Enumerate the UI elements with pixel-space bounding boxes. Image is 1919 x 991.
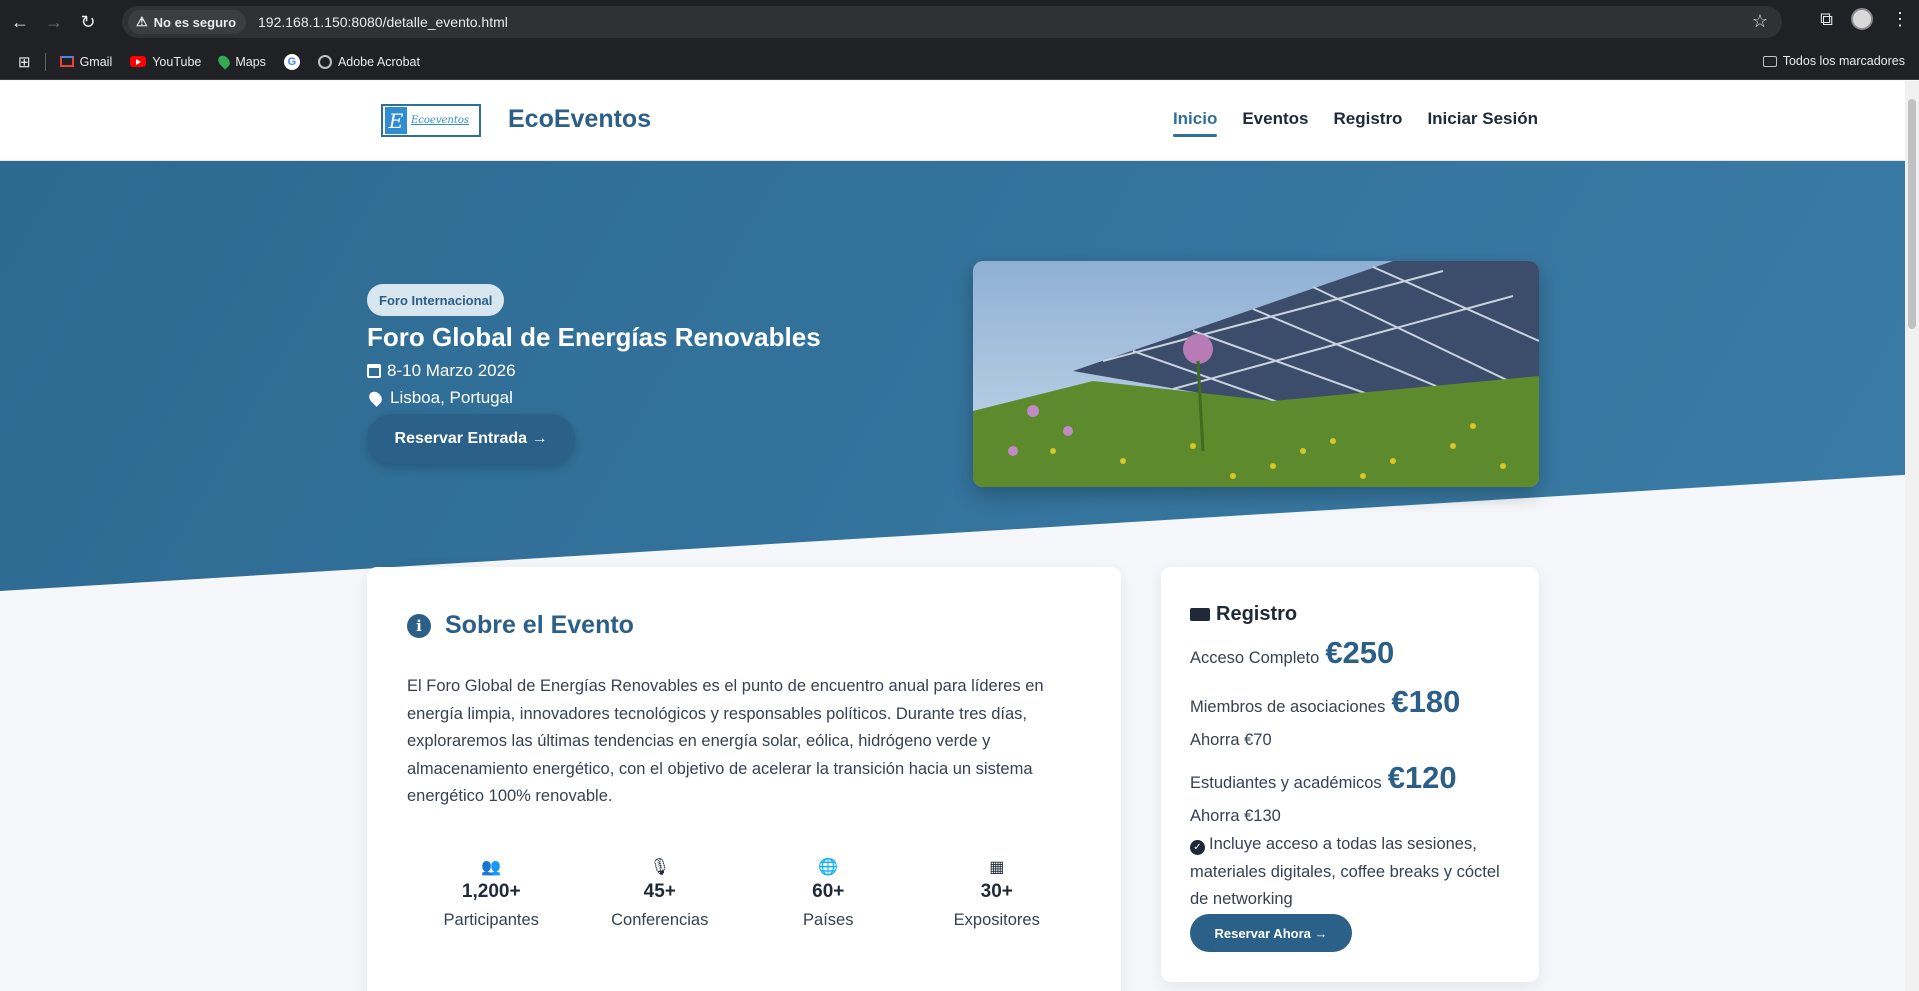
page-viewport: E Ecoeventos EcoEventos Inicio Eventos R… [0, 81, 1905, 991]
youtube-icon [130, 56, 147, 67]
registration-heading: Registro [1190, 603, 1297, 626]
logo-mark: E [385, 107, 407, 134]
bookmark-star-icon[interactable]: ☆ [1752, 11, 1768, 32]
security-chip[interactable]: ⚠ No es seguro [128, 10, 247, 34]
event-image [973, 261, 1539, 487]
tier-full-access: Acceso Completo €250 [1190, 635, 1395, 670]
brand-name[interactable]: EcoEventos [508, 105, 651, 134]
hero-section [0, 161, 1905, 591]
bookmark-youtube[interactable]: YouTube [130, 55, 201, 69]
nav-iniciar-sesion[interactable]: Iniciar Sesión [1427, 109, 1538, 129]
folder-icon [1762, 55, 1777, 67]
event-stats: 👥 1,200+ Participantes 🎙 45+ Conferencia… [407, 857, 1081, 930]
main-nav: Inicio Eventos Registro Iniciar Sesión [1172, 109, 1538, 137]
event-date: 8-10 Marzo 2026 [367, 361, 516, 381]
back-icon[interactable]: ← [6, 8, 34, 36]
reserve-now-button[interactable]: Reservar Ahora → [1190, 914, 1352, 952]
bookmarks-bar: ⊞ Gmail YouTube Maps G Adobe Acrobat Tod… [0, 44, 1919, 80]
menu-icon[interactable]: ⋮ [1891, 9, 1909, 30]
bookmark-gmail[interactable]: Gmail [59, 55, 112, 69]
event-title: Foro Global de Energías Renovables [367, 322, 821, 352]
event-type-badge: Foro Internacional [367, 284, 505, 316]
site-header: E Ecoeventos EcoEventos Inicio Eventos R… [0, 81, 1905, 161]
event-location: Lisboa, Portugal [366, 388, 513, 408]
security-label: No es seguro [153, 14, 237, 30]
building-icon: ▦ [989, 859, 1005, 876]
stat-countries: 🌐 60+ Países [803, 859, 854, 929]
about-heading: i Sobre el Evento [407, 611, 634, 640]
profile-avatar[interactable] [1851, 8, 1873, 30]
browser-toolbar: ← → ↻ ⚠ No es seguro 192.168.1.150:8080/… [0, 0, 1919, 44]
tier-members-saving: Ahorra €70 [1190, 731, 1272, 749]
microphone-icon: 🎙 [649, 859, 670, 876]
apps-grid-icon[interactable]: ⊞ [18, 53, 31, 71]
site-logo[interactable]: E Ecoeventos [381, 104, 481, 137]
stat-exhibitors: ▦ 30+ Expositores [953, 859, 1040, 929]
bookmark-google[interactable]: G [283, 53, 300, 70]
nav-registro[interactable]: Registro [1333, 109, 1402, 129]
logo-text: Ecoeventos [411, 115, 470, 126]
ticket-icon [1190, 608, 1210, 621]
reserve-ticket-button[interactable]: Reservar Entrada → [367, 414, 575, 464]
address-bar[interactable]: ⚠ No es seguro 192.168.1.150:8080/detall… [122, 6, 1782, 38]
location-pin-icon [366, 389, 385, 407]
check-circle-icon: ✓ [1190, 840, 1205, 855]
tier-students: Estudiantes y académicos €120 [1190, 760, 1457, 795]
stat-participants: 👥 1,200+ Participantes [443, 859, 539, 929]
users-icon: 👥 [481, 859, 502, 876]
gmail-icon [59, 56, 74, 67]
reload-icon[interactable]: ↻ [74, 8, 102, 36]
globe-icon [317, 54, 332, 69]
bookmark-adobe-acrobat[interactable]: Adobe Acrobat [317, 54, 420, 69]
forward-icon[interactable]: → [40, 8, 68, 36]
calendar-icon [367, 364, 381, 378]
warning-icon: ⚠ [136, 14, 148, 29]
url-text[interactable]: 192.168.1.150:8080/detalle_evento.html [258, 14, 508, 30]
includes-note: ✓ Incluye acceso a todas las sesiones, ma… [1190, 835, 1500, 908]
tier-price: €120 [1387, 760, 1457, 795]
bookmark-maps[interactable]: Maps [216, 53, 266, 70]
maps-pin-icon [216, 53, 233, 70]
tier-price: €250 [1325, 635, 1395, 670]
nav-inicio[interactable]: Inicio [1172, 109, 1218, 137]
all-bookmarks[interactable]: Todos los marcadores [1762, 54, 1905, 68]
nav-eventos[interactable]: Eventos [1242, 109, 1308, 129]
tier-members: Miembros de asociaciones €180 [1190, 684, 1461, 719]
globe-icon: 🌐 [818, 859, 839, 876]
tier-students-saving: Ahorra €130 [1190, 807, 1281, 825]
about-description: El Foro Global de Energías Renovables es… [407, 677, 1044, 805]
scroll-thumb[interactable] [1908, 99, 1916, 329]
about-card: i Sobre el Evento El Foro Global de Ener… [367, 567, 1121, 991]
registration-card: Registro Acceso Completo €250 Miembros d… [1161, 567, 1539, 982]
google-icon: G [283, 53, 300, 70]
extensions-icon[interactable]: ⧉ [1820, 9, 1833, 30]
tier-price: €180 [1391, 684, 1461, 719]
stat-conferences: 🎙 45+ Conferencias [611, 859, 709, 929]
page-scrollbar[interactable] [1905, 81, 1919, 991]
info-icon: i [407, 613, 431, 638]
